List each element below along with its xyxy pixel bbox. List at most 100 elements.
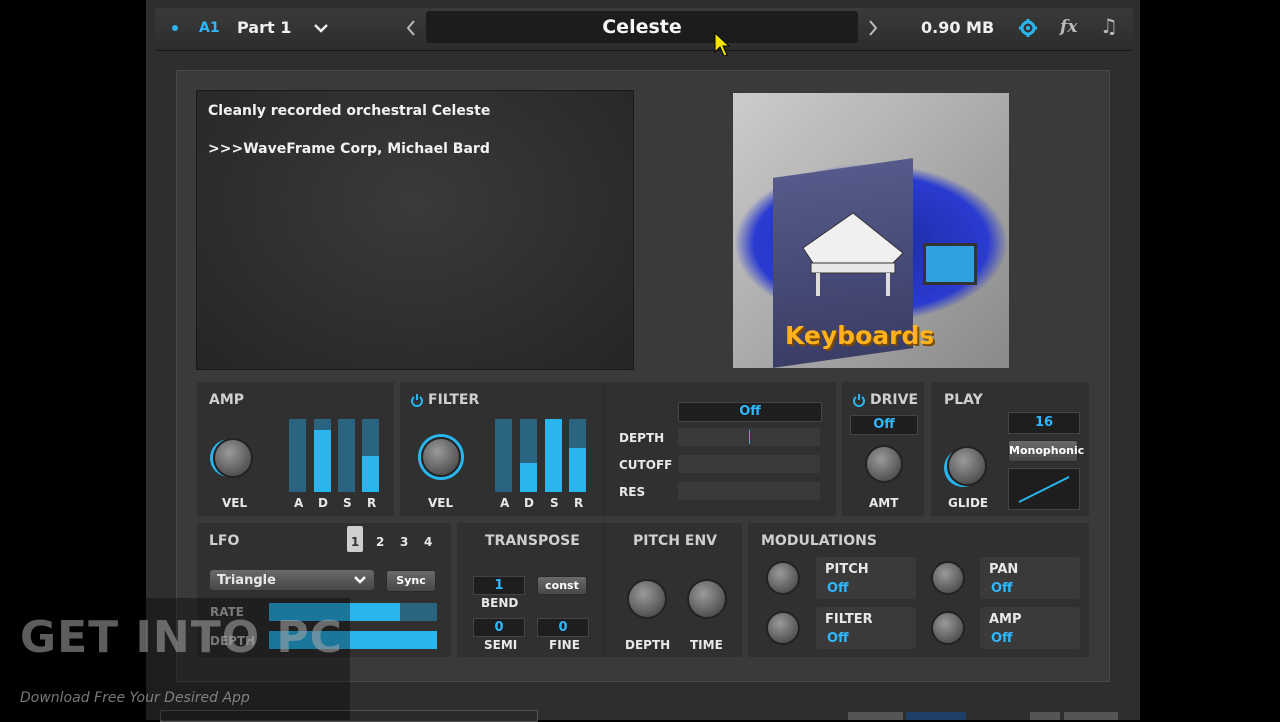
- memory-usage: 0.90 MB: [921, 18, 995, 37]
- mod-filter-name: FILTER: [825, 612, 873, 627]
- part-dropdown-chevron-icon[interactable]: [313, 22, 329, 34]
- play-title: PLAY: [944, 392, 983, 408]
- mod-amp-name: AMP: [989, 612, 1022, 627]
- filter-sustain-slider[interactable]: [545, 419, 562, 492]
- lfo-waveform-select[interactable]: Triangle: [210, 570, 374, 590]
- watermark-brand: GET INTO PC: [20, 612, 343, 663]
- monophonic-button[interactable]: Monophonic: [1008, 440, 1084, 462]
- mod-amp-knob[interactable]: [931, 611, 965, 645]
- lfo-tab-3[interactable]: 3: [400, 535, 408, 549]
- fine-field[interactable]: 0: [537, 618, 589, 637]
- filter-velocity-knob[interactable]: [421, 437, 461, 477]
- chevron-down-icon: [354, 576, 366, 584]
- music-note-icon[interactable]: ♫: [1100, 14, 1118, 38]
- mod-filter-slot[interactable]: FILTER Off: [816, 607, 916, 649]
- mod-amp-slot[interactable]: AMP Off: [980, 607, 1080, 649]
- bend-field[interactable]: 1: [473, 576, 525, 595]
- amp-velocity-knob[interactable]: [213, 438, 253, 478]
- filter-cutoff-label: CUTOFF: [619, 458, 673, 472]
- play-section: PLAY 16 Monophonic GLIDE: [931, 382, 1089, 516]
- drive-section: DRIVE Off AMT: [842, 382, 924, 516]
- pitch-env-time-label: TIME: [690, 638, 723, 652]
- filter-release-slider[interactable]: [569, 419, 586, 492]
- mod-pan-name: PAN: [989, 562, 1019, 577]
- amp-release-slider[interactable]: [362, 419, 379, 492]
- amp-attack-slider[interactable]: [289, 419, 306, 492]
- glide-label: GLIDE: [948, 496, 989, 510]
- preset-name: Celeste: [602, 16, 682, 38]
- bottom-button-3[interactable]: [1030, 712, 1060, 720]
- transpose-section: TRANSPOSE 1 BEND const 0 SEMI 0 FINE PIT…: [457, 523, 742, 657]
- filter-vel-label: VEL: [428, 496, 454, 510]
- amp-title: AMP: [209, 392, 245, 408]
- filter-cutoff-slider[interactable]: [678, 455, 820, 473]
- bottom-button-2[interactable]: [906, 712, 966, 720]
- mod-filter-knob[interactable]: [766, 611, 800, 645]
- previous-preset-icon[interactable]: [405, 19, 417, 37]
- lfo-tab-1[interactable]: 1: [347, 526, 363, 552]
- info-line-2: >>>WaveFrame Corp, Michael Bard: [208, 141, 490, 157]
- lfo-title: LFO: [209, 533, 240, 549]
- transpose-title: TRANSPOSE: [485, 533, 580, 549]
- filter-mode-value: Off: [739, 404, 761, 419]
- mod-filter-value: Off: [827, 631, 849, 646]
- filter-res-label: RES: [619, 485, 646, 499]
- settings-gear-icon[interactable]: [1018, 18, 1038, 38]
- filter-res-slider[interactable]: [678, 482, 820, 500]
- mod-pan-value: Off: [991, 581, 1013, 596]
- drive-mode-select[interactable]: Off: [850, 415, 918, 435]
- mouse-cursor-icon: [714, 32, 730, 57]
- mod-pitch-knob[interactable]: [766, 561, 800, 595]
- semi-value: 0: [494, 620, 504, 635]
- filter-power-icon[interactable]: [410, 393, 424, 407]
- drive-power-icon[interactable]: [852, 393, 866, 407]
- lfo-sync-button[interactable]: Sync: [386, 570, 436, 592]
- preset-artwork: Keyboards: [733, 93, 1009, 368]
- mod-amp-value: Off: [991, 631, 1013, 646]
- lfo-tab-4[interactable]: 4: [424, 535, 432, 549]
- glide-knob[interactable]: [947, 446, 987, 486]
- amp-sustain-slider[interactable]: [338, 419, 355, 492]
- part-name[interactable]: Part 1: [237, 18, 291, 37]
- drive-amount-knob[interactable]: [865, 445, 903, 483]
- bend-label: BEND: [481, 596, 519, 610]
- fine-value: 0: [558, 620, 568, 635]
- amp-s-label: S: [343, 496, 352, 510]
- filter-s-label: S: [550, 496, 559, 510]
- mod-pan-knob[interactable]: [931, 561, 965, 595]
- voices-field[interactable]: 16: [1008, 412, 1080, 434]
- filter-attack-slider[interactable]: [495, 419, 512, 492]
- mod-pitch-name: PITCH: [825, 562, 869, 577]
- mod-pan-slot[interactable]: PAN Off: [980, 557, 1080, 599]
- const-button[interactable]: const: [537, 576, 587, 595]
- watermark-tagline: Download Free Your Desired App: [20, 690, 250, 706]
- amp-a-label: A: [294, 496, 304, 510]
- bottom-button-4[interactable]: [1064, 712, 1118, 720]
- voices-value: 16: [1034, 415, 1054, 430]
- amp-decay-slider[interactable]: [314, 419, 331, 492]
- status-dot-icon: [172, 25, 178, 31]
- pitch-env-depth-knob[interactable]: [627, 579, 667, 619]
- top-bar: A1 Part 1 Celeste 0.90 MB fx ♫: [155, 8, 1133, 51]
- filter-mode-select[interactable]: Off: [678, 402, 822, 422]
- filter-decay-slider[interactable]: [520, 419, 537, 492]
- modulations-title: MODULATIONS: [761, 533, 877, 549]
- bottom-button-1[interactable]: [848, 712, 903, 720]
- pitch-env-time-knob[interactable]: [687, 579, 727, 619]
- next-preset-icon[interactable]: [867, 19, 879, 37]
- semi-field[interactable]: 0: [473, 618, 525, 637]
- artwork-caption: Keyboards: [785, 321, 935, 350]
- fx-icon[interactable]: fx: [1060, 17, 1077, 37]
- lfo-tab-2[interactable]: 2: [376, 535, 384, 549]
- lfo-waveform-value: Triangle: [217, 573, 276, 588]
- filter-title: FILTER: [428, 392, 480, 408]
- preset-display[interactable]: Celeste: [426, 11, 858, 43]
- watermark: GET INTO PC Download Free Your Desired A…: [0, 598, 350, 720]
- filter-depth-slider[interactable]: [678, 428, 820, 446]
- mod-pitch-slot[interactable]: PITCH Off: [816, 557, 916, 599]
- modulations-section: MODULATIONS PITCH Off PAN Off FILTER Off…: [748, 523, 1089, 657]
- part-id: A1: [199, 20, 220, 36]
- pitch-env-depth-label: DEPTH: [625, 638, 671, 652]
- glide-curve-display[interactable]: [1008, 468, 1080, 510]
- filter-section: FILTER VEL A D S R Off DEPTH CUTOFF RES: [400, 382, 836, 516]
